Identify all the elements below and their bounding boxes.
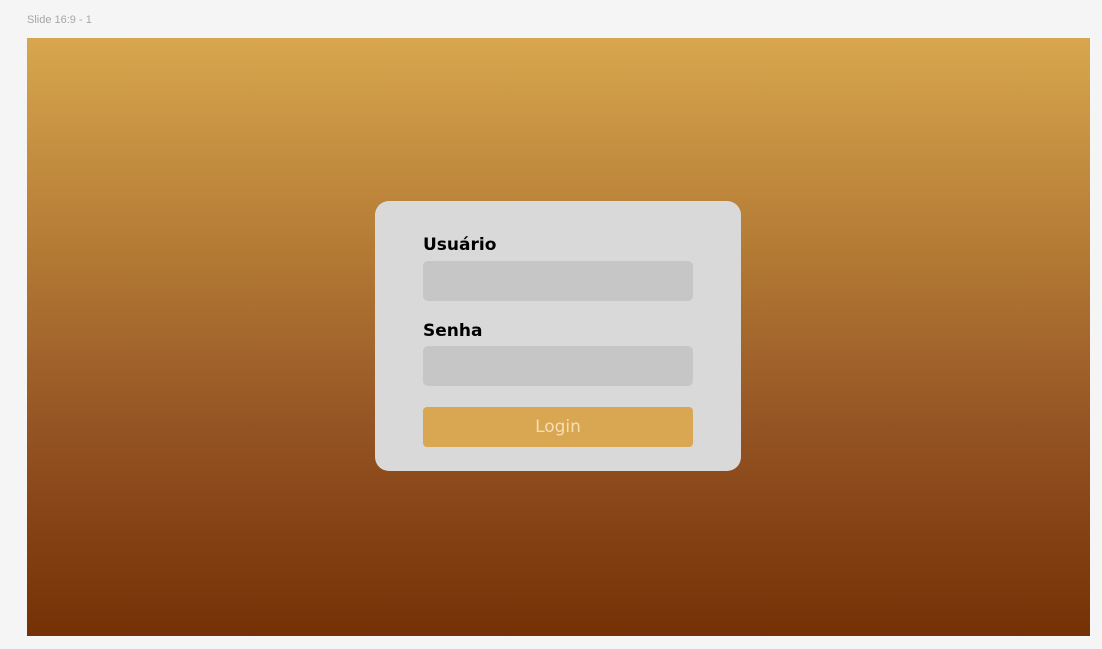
password-label: Senha (423, 321, 483, 341)
username-input[interactable] (423, 261, 693, 301)
slide-canvas: Usuário Senha Login (27, 38, 1090, 636)
password-input[interactable] (423, 346, 693, 386)
login-card: Usuário Senha Login (375, 201, 741, 471)
username-label: Usuário (423, 235, 497, 255)
frame-label: Slide 16:9 - 1 (27, 14, 92, 26)
login-button[interactable]: Login (423, 407, 693, 447)
